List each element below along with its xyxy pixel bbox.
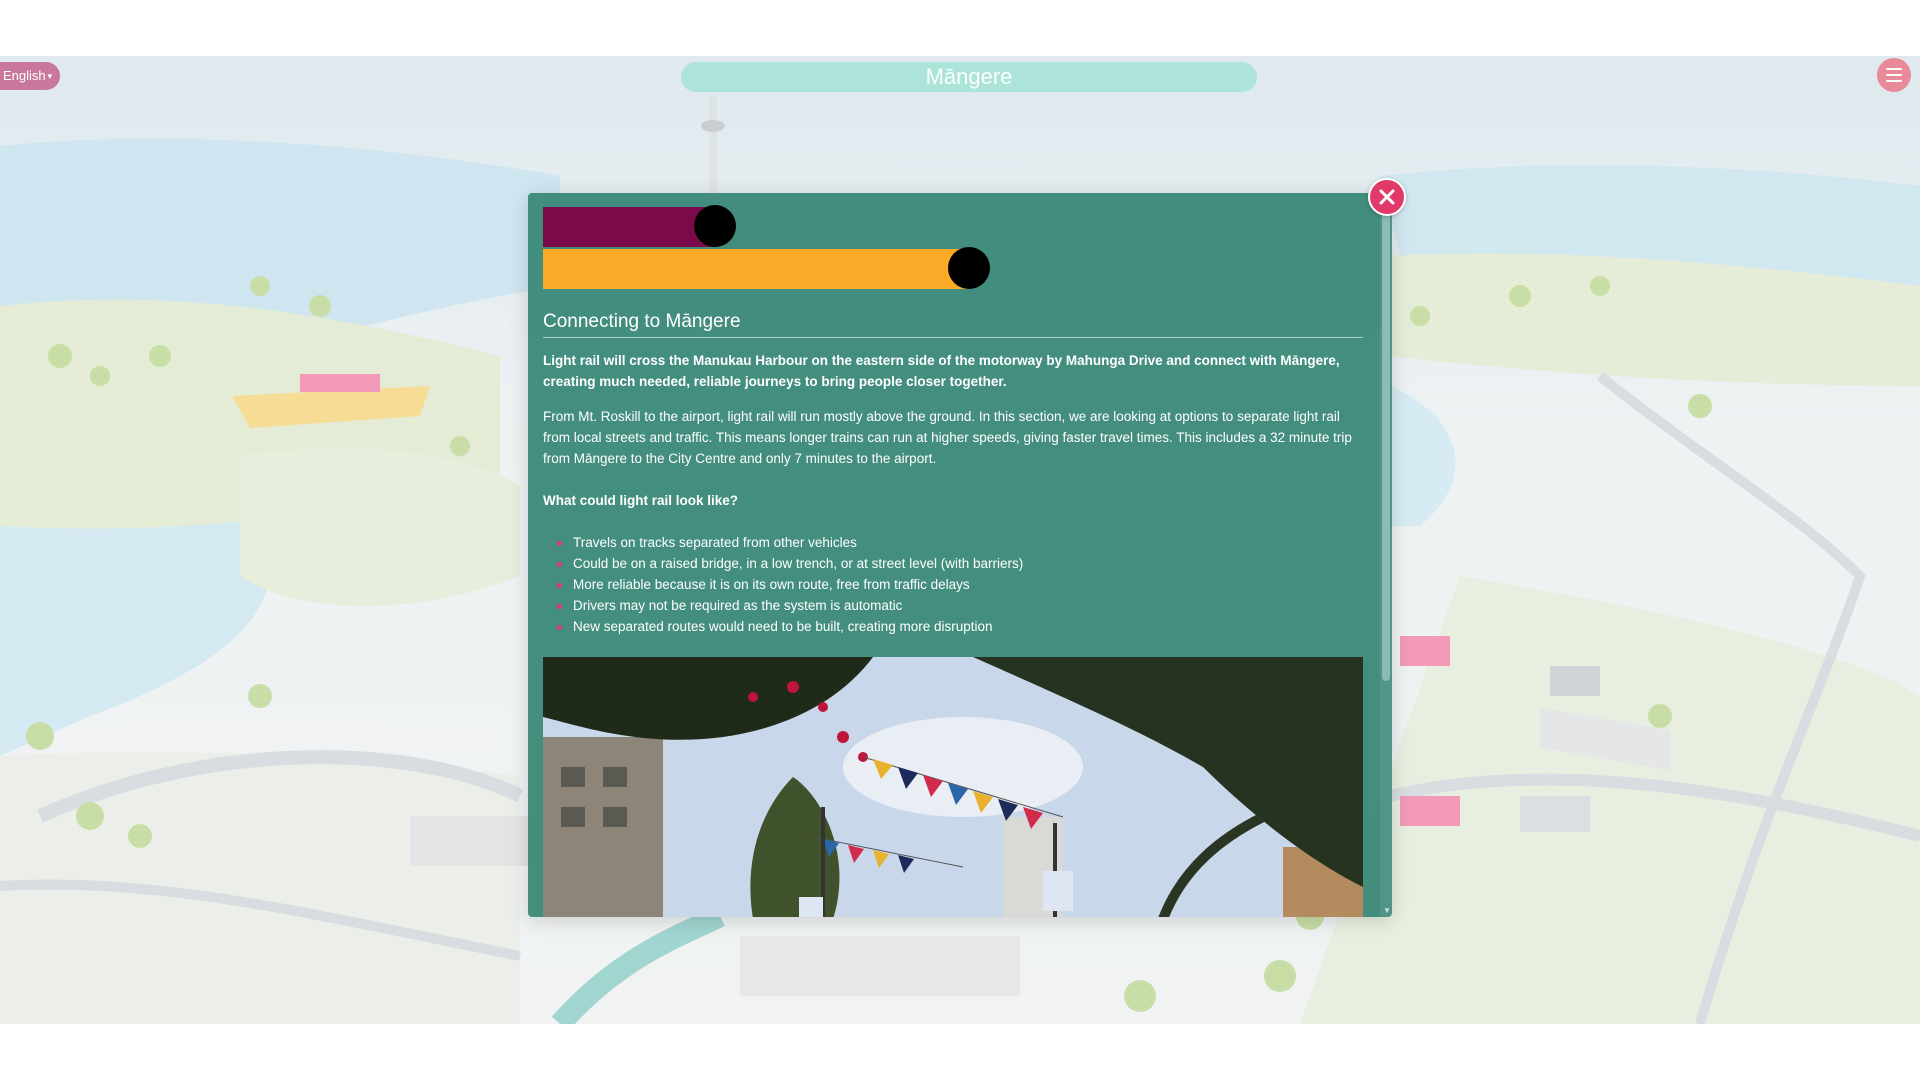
close-button[interactable] bbox=[1368, 178, 1406, 216]
warehouse bbox=[410, 816, 530, 866]
hamburger-icon bbox=[1886, 68, 1902, 70]
hamburger-icon bbox=[1886, 80, 1902, 82]
container-stack bbox=[300, 374, 380, 392]
info-modal: Connecting to Māngere Light rail will cr… bbox=[528, 193, 1392, 917]
warehouse bbox=[740, 936, 1020, 996]
list-item: New separated routes would need to be bu… bbox=[557, 616, 1363, 637]
question-heading: What could light rail look like? bbox=[543, 493, 739, 508]
progress-knob[interactable] bbox=[948, 247, 990, 289]
list-item: Drivers may not be required as the syste… bbox=[557, 595, 1363, 616]
list-item: Could be on a raised bridge, in a low tr… bbox=[557, 553, 1363, 574]
progress-bar-secondary bbox=[543, 247, 1363, 289]
chevron-down-icon: ▾ bbox=[47, 71, 53, 81]
house bbox=[1550, 666, 1600, 696]
street-photo-illustration bbox=[543, 657, 1363, 917]
language-selector[interactable]: English ▾ bbox=[0, 62, 60, 90]
modal-scrollbar[interactable]: ▼ bbox=[1380, 193, 1392, 917]
street-photo bbox=[543, 657, 1363, 917]
progress-bar-primary bbox=[543, 205, 1363, 247]
land-patch bbox=[240, 447, 520, 606]
house bbox=[1400, 636, 1450, 666]
list-item: More reliable because it is on its own r… bbox=[557, 574, 1363, 595]
scrollbar-thumb[interactable] bbox=[1382, 201, 1390, 681]
scroll-down-arrow-icon[interactable]: ▼ bbox=[1383, 906, 1391, 915]
body-paragraph: From Mt. Roskill to the airport, light r… bbox=[543, 409, 1352, 466]
progress-fill bbox=[543, 249, 969, 289]
intro-paragraph: Light rail will cross the Manukau Harbou… bbox=[543, 353, 1340, 389]
house bbox=[1400, 796, 1460, 826]
sky-tower bbox=[701, 120, 725, 132]
sky-tower bbox=[709, 96, 717, 196]
page-title: Māngere bbox=[681, 62, 1257, 92]
section-heading: Connecting to Māngere bbox=[543, 311, 1363, 338]
road bbox=[551, 906, 725, 1024]
language-label: English bbox=[3, 68, 46, 83]
close-icon bbox=[1379, 189, 1395, 205]
menu-button[interactable] bbox=[1877, 58, 1911, 92]
feature-list: Travels on tracks separated from other v… bbox=[543, 532, 1363, 637]
harbour-water bbox=[1390, 386, 1456, 526]
list-item: Travels on tracks separated from other v… bbox=[557, 532, 1363, 553]
hamburger-icon bbox=[1886, 74, 1902, 76]
progress-fill bbox=[543, 207, 715, 247]
house bbox=[1520, 796, 1590, 832]
progress-knob[interactable] bbox=[694, 205, 736, 247]
